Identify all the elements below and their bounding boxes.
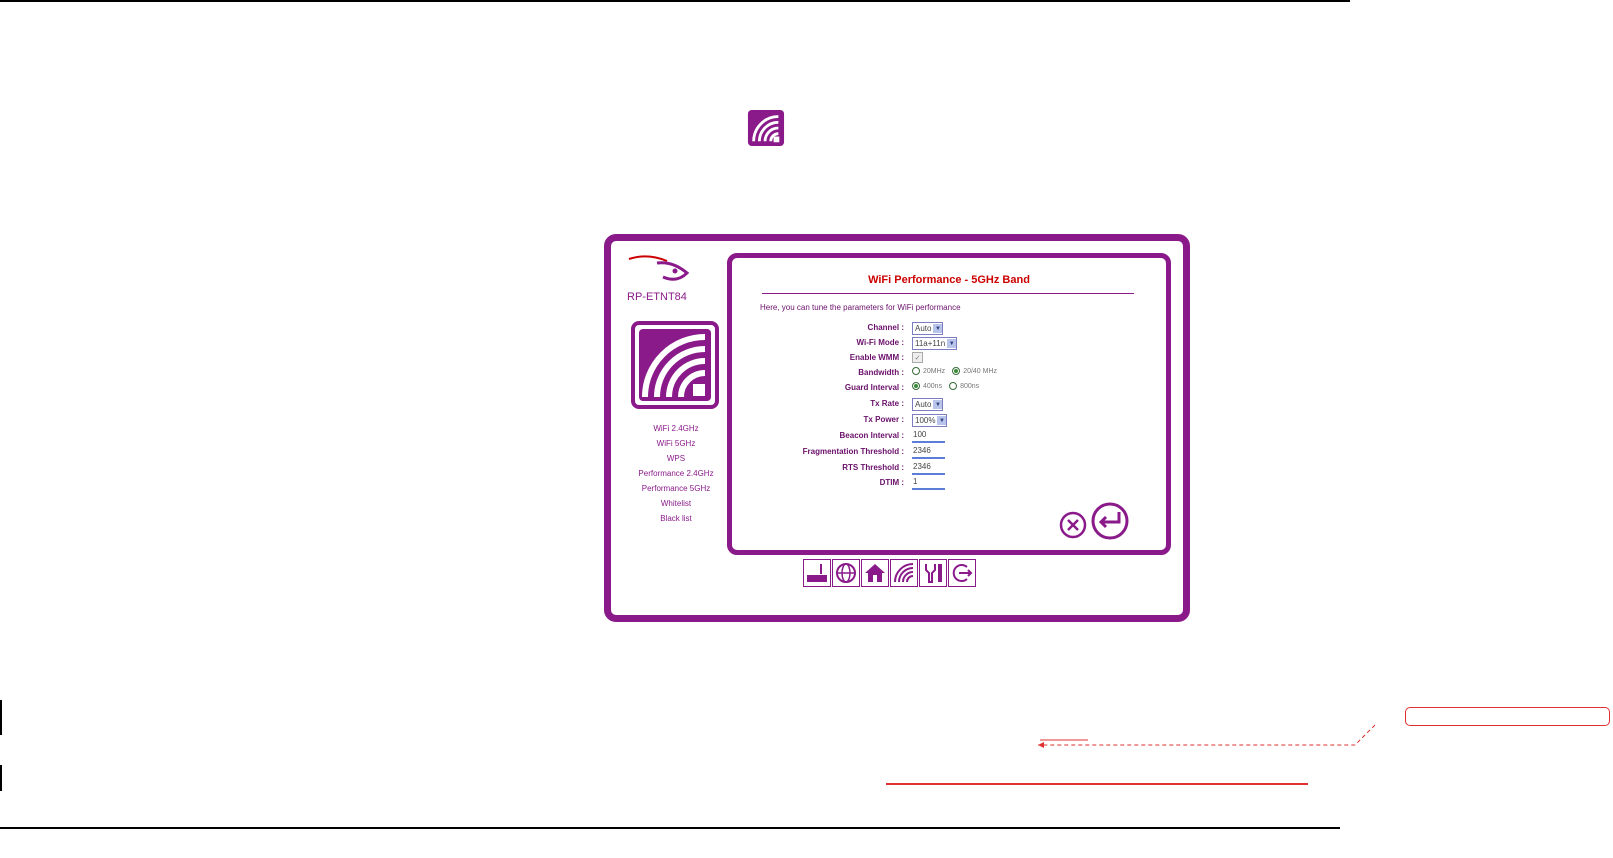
panel-title: WiFi Performance - 5GHz Band: [868, 274, 1030, 286]
chevron-down-icon: ▼: [933, 324, 943, 333]
label: Enable WMM :: [849, 353, 904, 362]
status-icon: [807, 564, 827, 582]
tx-rate-select[interactable]: Auto ▼: [912, 398, 944, 411]
row-tx-power: Tx Power : 100% ▼: [732, 414, 1166, 428]
wmm-checkbox[interactable]: ✓: [912, 352, 923, 363]
label: Beacon Interval :: [839, 431, 904, 440]
wifi-icon: [747, 109, 785, 147]
row-dtim: DTIM : 1: [732, 477, 1166, 491]
chevron-down-icon: ▼: [947, 339, 957, 348]
bottom-rule: [0, 827, 1340, 829]
wifi-mode-select[interactable]: 11a+11n ▼: [912, 337, 958, 350]
edge-mark: [0, 765, 2, 791]
label: Tx Rate :: [870, 399, 904, 408]
chevron-down-icon: ▼: [933, 400, 943, 409]
nav-wifi-24[interactable]: WiFi 2.4GHz: [616, 421, 736, 436]
rts-threshold-input[interactable]: 2346: [912, 462, 945, 475]
logout-icon: [952, 564, 973, 582]
wifi-icon: [631, 321, 719, 409]
panel-intro: Here, you can tune the parameters for Wi…: [760, 303, 961, 312]
annotation-leader: [1038, 724, 1376, 748]
row-rts-threshold: RTS Threshold : 2346: [732, 462, 1166, 476]
bottom-toolbar: [803, 559, 976, 587]
nav-blacklist[interactable]: Black list: [616, 511, 736, 526]
edge-mark: [0, 700, 2, 735]
frag-threshold-input[interactable]: 2346: [912, 446, 945, 459]
label: Tx Power :: [863, 415, 904, 424]
nav-performance-24[interactable]: Performance 2.4GHz: [616, 466, 736, 481]
nav-whitelist[interactable]: Whitelist: [616, 496, 736, 511]
annotation-underline: [886, 783, 1308, 785]
beacon-interval-input[interactable]: 100: [912, 430, 945, 443]
row-tx-rate: Tx Rate : Auto ▼: [732, 398, 1166, 412]
row-wifi-mode: Wi-Fi Mode : 11a+11n ▼: [732, 337, 1166, 351]
apply-button[interactable]: [1091, 502, 1129, 540]
nav-performance-5[interactable]: Performance 5GHz: [616, 481, 736, 496]
label: Wi-Fi Mode :: [856, 338, 904, 347]
bandwidth-radio-20[interactable]: [912, 367, 920, 375]
row-bandwidth: Bandwidth : 20MHz 20/40 MHz: [858, 367, 998, 377]
row-wmm: Enable WMM : ✓: [732, 352, 1166, 366]
cancel-button[interactable]: [1059, 511, 1087, 539]
top-rule: [0, 0, 1350, 2]
tools-button[interactable]: [919, 559, 947, 587]
globe-icon: [836, 563, 856, 583]
label: Guard Interval :: [844, 383, 904, 392]
home-button[interactable]: [861, 559, 889, 587]
annotation-callout: [1405, 707, 1610, 726]
brand-logo: [628, 255, 690, 281]
tx-power-select[interactable]: 100% ▼: [912, 414, 948, 427]
label: Fragmentation Threshold :: [802, 447, 904, 456]
device-model: RP-ETNT84: [627, 291, 687, 303]
row-guard-interval: Guard Interval : 400ns 800ns: [844, 382, 980, 392]
label: Channel :: [867, 323, 904, 332]
label: DTIM :: [879, 478, 904, 487]
row-beacon-interval: Beacon Interval : 100: [732, 430, 1166, 444]
chevron-down-icon: ▼: [937, 416, 947, 425]
wifi-icon: [894, 563, 914, 583]
guard-radio-800[interactable]: [949, 382, 958, 390]
nav-wps[interactable]: WPS: [616, 451, 736, 466]
dtim-input[interactable]: 1: [912, 477, 945, 490]
side-nav: WiFi 2.4GHz WiFi 5GHz WPS Performance 2.…: [616, 421, 736, 526]
title-divider: [762, 293, 1134, 294]
label: Bandwidth :: [858, 368, 904, 377]
settings-panel: WiFi Performance - 5GHz Band Here, you c…: [727, 253, 1171, 555]
status-button[interactable]: [803, 559, 831, 587]
tools-icon: [925, 564, 942, 583]
row-frag-threshold: Fragmentation Threshold : 2346: [732, 446, 1166, 460]
internet-button[interactable]: [832, 559, 860, 587]
channel-select[interactable]: Auto ▼: [912, 322, 944, 335]
guard-radio-400[interactable]: [912, 382, 920, 390]
bandwidth-radio-40[interactable]: [952, 367, 961, 375]
label: RTS Threshold :: [842, 463, 904, 472]
nav-wifi-5[interactable]: WiFi 5GHz: [616, 436, 736, 451]
row-channel: Channel : Auto ▼: [732, 322, 1166, 336]
wifi-button[interactable]: [890, 559, 918, 587]
home-icon: [865, 564, 885, 582]
router-frame: RP-ETNT84 WiFi 2.4GHz WiFi 5GHz WPS Perf…: [604, 234, 1190, 622]
logout-button[interactable]: [948, 559, 976, 587]
